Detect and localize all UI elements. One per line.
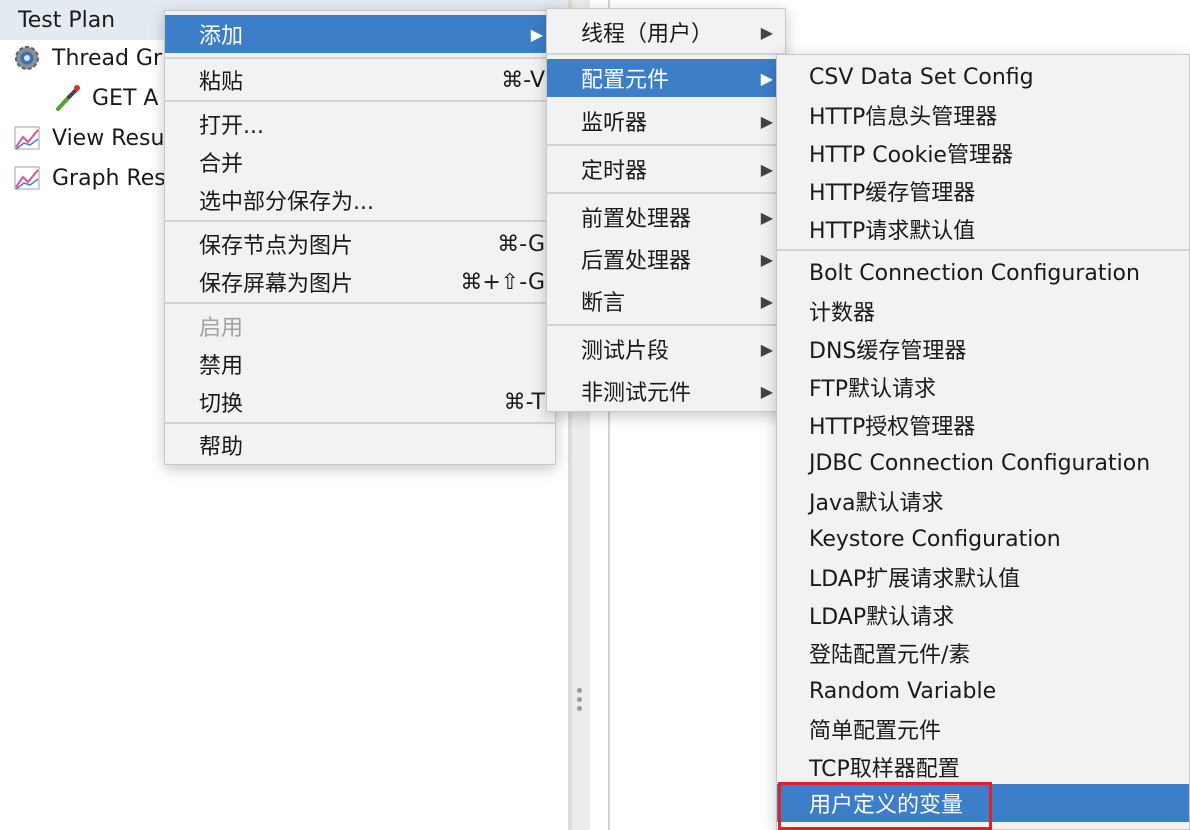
chevron-right-icon: ▶ <box>760 381 773 401</box>
context-menu: 添加 ▶ 粘贴 ⌘-V 打开... 合并 选中部分保存为... 保存节点为图片 … <box>164 10 556 465</box>
menu-item-ftp-request-defaults[interactable]: FTP默认请求 <box>777 368 1189 406</box>
add-submenu: 线程（用户） ▶ 配置元件 ▶ 监听器 ▶ 定时器 ▶ 前置处理器 ▶ 后置处理… <box>546 8 786 412</box>
menu-item-http-cookie-manager[interactable]: HTTP Cookie管理器 <box>777 134 1189 172</box>
menu-item-save-node-image[interactable]: 保存节点为图片 ⌘-G <box>165 225 555 263</box>
chevron-right-icon: ▶ <box>530 24 543 44</box>
menu-item-toggle[interactable]: 切换 ⌘-T <box>165 383 555 421</box>
menu-item-random-variable[interactable]: Random Variable <box>777 672 1189 710</box>
menu-item-keystore-config[interactable]: Keystore Configuration <box>777 520 1189 558</box>
menu-separator <box>547 53 785 55</box>
menu-item-non-test-element[interactable]: 非测试元件 ▶ <box>547 372 785 410</box>
menu-item-csv-data-set-config[interactable]: CSV Data Set Config <box>777 58 1189 96</box>
menu-item-save-selection[interactable]: 选中部分保存为... <box>165 181 555 219</box>
menu-item-timer[interactable]: 定时器 ▶ <box>547 150 785 188</box>
tree-item-label: Test Plan <box>18 7 116 33</box>
menu-item-disable[interactable]: 禁用 <box>165 345 555 383</box>
shortcut-label: ⌘+⇧-G <box>460 269 545 295</box>
menu-item-login-config-element[interactable]: 登陆配置元件/素 <box>777 634 1189 672</box>
menu-item-merge[interactable]: 合并 <box>165 143 555 181</box>
gear-icon <box>10 41 44 75</box>
chevron-right-icon: ▶ <box>760 22 773 42</box>
menu-separator <box>165 57 555 59</box>
graph-listener-icon <box>10 161 44 195</box>
menu-item-enable: 启用 <box>199 316 244 341</box>
menu-item-assertion[interactable]: 断言 ▶ <box>547 282 785 320</box>
menu-item-open[interactable]: 打开... <box>165 105 555 143</box>
menu-item-threads[interactable]: 线程（用户） ▶ <box>547 13 785 51</box>
menu-item-java-request-defaults[interactable]: Java默认请求 <box>777 482 1189 520</box>
menu-item-test-fragment[interactable]: 测试片段 ▶ <box>547 330 785 368</box>
menu-item-http-cache-manager[interactable]: HTTP缓存管理器 <box>777 172 1189 210</box>
menu-item-paste[interactable]: 粘贴 ⌘-V <box>165 61 555 99</box>
menu-item-simple-config-element[interactable]: 简单配置元件 <box>777 710 1189 748</box>
menu-separator <box>547 324 785 326</box>
chevron-right-icon: ▶ <box>760 339 773 359</box>
menu-item-post-processor[interactable]: 后置处理器 ▶ <box>547 240 785 278</box>
chevron-right-icon: ▶ <box>760 291 773 311</box>
menu-item-http-request-defaults[interactable]: HTTP请求默认值 <box>777 210 1189 248</box>
menu-item-jdbc-connection-config[interactable]: JDBC Connection Configuration <box>777 444 1189 482</box>
menu-separator <box>547 144 785 146</box>
menu-item-ldap-request-defaults[interactable]: LDAP默认请求 <box>777 596 1189 634</box>
menu-item-http-header-manager[interactable]: HTTP信息头管理器 <box>777 96 1189 134</box>
menu-separator <box>165 220 555 222</box>
shortcut-label: ⌘-G <box>497 231 545 257</box>
menu-separator <box>547 192 785 194</box>
menu-item-save-screen-image[interactable]: 保存屏幕为图片 ⌘+⇧-G <box>165 263 555 301</box>
menu-item-pre-processor[interactable]: 前置处理器 ▶ <box>547 198 785 236</box>
menu-item-counter[interactable]: 计数器 <box>777 292 1189 330</box>
menu-item-dns-cache-manager[interactable]: DNS缓存管理器 <box>777 330 1189 368</box>
tree-item-thread-group[interactable]: Thread Gr <box>10 38 162 78</box>
tree-item-label: Graph Res <box>52 165 166 191</box>
chevron-right-icon: ▶ <box>760 207 773 227</box>
tree-item-graph-results[interactable]: Graph Res <box>10 158 166 198</box>
tree-item-label: Thread Gr <box>52 45 163 71</box>
menu-separator <box>777 249 1189 251</box>
menu-separator <box>165 302 555 304</box>
menu-item-user-defined-variables[interactable]: 用户定义的变量 <box>777 784 1189 822</box>
menu-separator <box>165 422 555 424</box>
menu-item-bolt-connection-config[interactable]: Bolt Connection Configuration <box>777 254 1189 292</box>
chevron-right-icon: ▶ <box>760 249 773 269</box>
sampler-pipette-icon <box>50 81 84 115</box>
chevron-right-icon: ▶ <box>760 159 773 179</box>
tree-item-label: GET A <box>92 85 159 111</box>
tree-item-label: View Resu <box>52 125 165 151</box>
menu-item-help[interactable]: 帮助 <box>165 426 555 464</box>
chevron-right-icon: ▶ <box>760 111 773 131</box>
menu-item-ldap-ext-request-defaults[interactable]: LDAP扩展请求默认值 <box>777 558 1189 596</box>
menu-item-add[interactable]: 添加 ▶ <box>165 15 555 53</box>
tree-item-get-sampler[interactable]: GET A <box>50 78 158 118</box>
graph-listener-icon <box>10 121 44 155</box>
drag-grip-icon[interactable] <box>577 688 583 715</box>
menu-separator <box>165 100 555 102</box>
menu-item-http-auth-manager[interactable]: HTTP授权管理器 <box>777 406 1189 444</box>
tree-item-view-results[interactable]: View Resu <box>10 118 164 158</box>
shortcut-label: ⌘-V <box>501 67 545 93</box>
menu-item-listener[interactable]: 监听器 ▶ <box>547 102 785 140</box>
chevron-right-icon: ▶ <box>760 68 773 88</box>
menu-item-tcp-sampler-config[interactable]: TCP取样器配置 <box>777 748 1189 786</box>
menu-item-config-element[interactable]: 配置元件 ▶ <box>547 59 785 97</box>
shortcut-label: ⌘-T <box>503 389 545 415</box>
config-element-submenu: CSV Data Set Config HTTP信息头管理器 HTTP Cook… <box>776 54 1190 830</box>
